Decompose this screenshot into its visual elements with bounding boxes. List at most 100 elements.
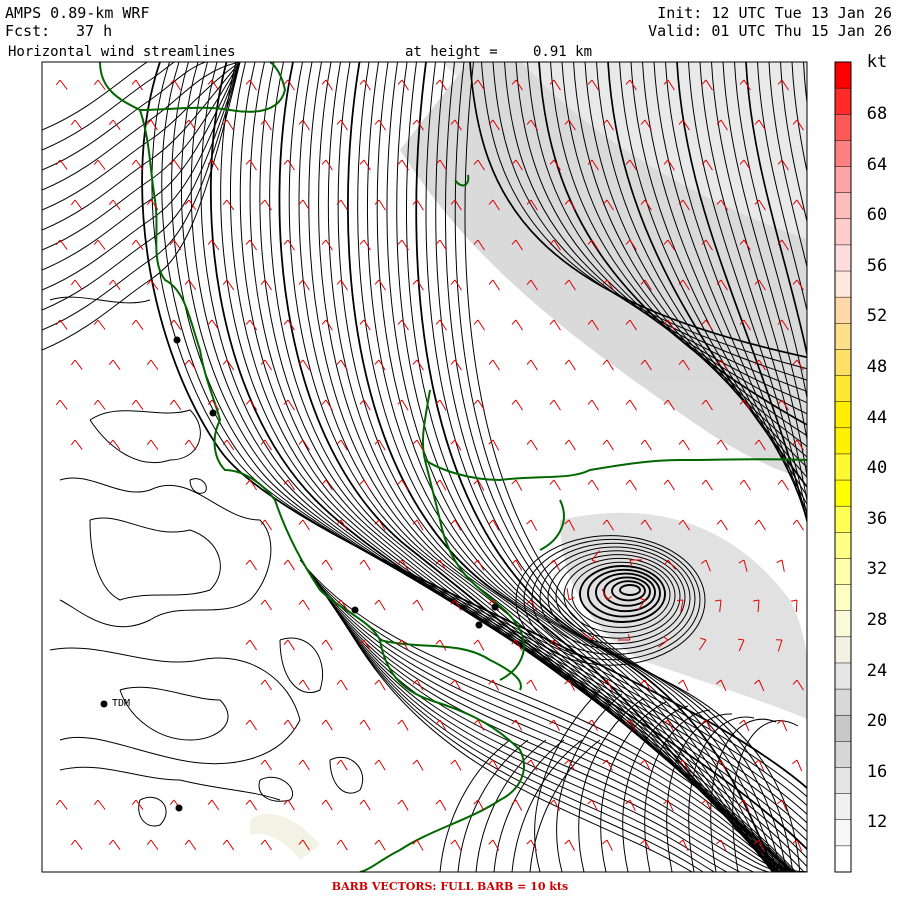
colorbar-tick-label: 60 [866, 205, 888, 226]
wind-barb [93, 399, 106, 410]
wind-barb [526, 439, 538, 451]
colorbar-swatch [835, 297, 851, 324]
colorbar-tick-label: 16 [866, 761, 888, 782]
wind-barb [245, 559, 258, 571]
wind-barb [108, 199, 121, 210]
colorbar-tick-label: 64 [866, 154, 888, 175]
wind-barb [207, 79, 219, 91]
wind-barb [739, 719, 750, 732]
wind-barb [587, 479, 599, 491]
wind-barb [374, 679, 386, 691]
wind-barb [283, 639, 295, 651]
wind-barb [131, 399, 144, 411]
wind-barb [602, 839, 613, 851]
wind-barb [245, 799, 258, 811]
colorbar-swatch [835, 401, 851, 429]
wind-barb [776, 559, 785, 572]
colorbar-swatch [835, 610, 851, 638]
wind-barb [108, 279, 121, 290]
wind-barb [146, 839, 159, 851]
wind-barb [473, 799, 485, 811]
colorbar-swatch [835, 349, 851, 377]
wind-barb [511, 319, 523, 331]
wind-barb [526, 759, 538, 771]
colorbar-swatch [835, 715, 851, 742]
wind-barb [321, 799, 333, 811]
colorbar-tick-label: 56 [866, 255, 888, 276]
streamline [803, 62, 807, 107]
wind-barb [283, 239, 295, 251]
wind-barb [640, 439, 652, 451]
wind-barb [283, 559, 295, 571]
colorbar-swatch [835, 741, 851, 768]
streamline [529, 739, 601, 872]
wind-barb [435, 79, 447, 91]
wind-barb [55, 79, 68, 90]
wind-barb [564, 839, 575, 851]
wind-barb [55, 159, 68, 170]
wind-barb [70, 359, 83, 370]
wind-barb [602, 439, 614, 451]
wind-barb [336, 839, 348, 851]
wind-barb [397, 799, 409, 811]
wind-barb [222, 839, 235, 851]
wind-barb [55, 799, 68, 810]
wind-barb [359, 719, 371, 731]
wind-barb [412, 199, 424, 211]
colorbar-swatch [835, 819, 851, 847]
colorbar-swatch [835, 506, 851, 533]
wind-barb [511, 399, 523, 411]
wind-barb [321, 639, 333, 651]
wind-barb [450, 359, 462, 371]
wind-barb [473, 639, 485, 651]
wind-barb [283, 319, 295, 331]
wind-barb [222, 199, 235, 211]
colorbar-tick-label: 32 [866, 559, 888, 580]
wind-barb [260, 839, 273, 851]
colorbar-tick-label: 44 [866, 407, 888, 428]
wind-barb [298, 599, 310, 611]
wind-barb [298, 679, 310, 691]
wind-barb [412, 519, 424, 531]
wind-barb [587, 399, 599, 411]
colorbar-swatch [835, 558, 851, 586]
wind-barb [792, 759, 803, 772]
wind-barb [131, 799, 144, 811]
wind-barb [336, 679, 348, 691]
wind-barb [321, 159, 333, 171]
wind-barb [435, 239, 447, 251]
wind-barb [260, 679, 273, 691]
wind-barb [146, 359, 159, 371]
wind-barb [526, 519, 538, 531]
wind-barb [397, 719, 409, 731]
wind-barb [55, 239, 68, 250]
colorbar-swatch [835, 532, 851, 559]
streamline [578, 697, 645, 872]
wind-barb [412, 599, 424, 611]
wind-barb [739, 479, 751, 491]
wind-barb [260, 119, 272, 131]
wind-barb [70, 119, 83, 130]
wind-barb [511, 719, 523, 731]
wind-barb [298, 199, 310, 211]
colorbar-swatch [835, 375, 851, 403]
wind-barb [412, 759, 424, 771]
site-label-tdm: TDM [112, 698, 131, 709]
wind-barb [566, 588, 575, 601]
barb-legend: BARB VECTORS: FULL BARB = 10 kts [331, 880, 569, 893]
wind-barb [321, 719, 333, 731]
wind-barb [374, 839, 386, 851]
colorbar-swatch [835, 845, 851, 873]
colorbar-tick-label: 36 [866, 508, 888, 529]
wind-barb [374, 599, 386, 611]
wind-barb [93, 799, 106, 810]
wind-barb [526, 679, 538, 691]
wind-barb [777, 479, 789, 491]
wind-barb [397, 319, 409, 331]
station-markers [100, 336, 499, 812]
colorbar-tick-label: 52 [866, 306, 888, 327]
wind-barb [245, 719, 258, 731]
wind-barb [283, 719, 295, 731]
wind-barb [245, 79, 257, 91]
wind-barb [260, 439, 273, 451]
